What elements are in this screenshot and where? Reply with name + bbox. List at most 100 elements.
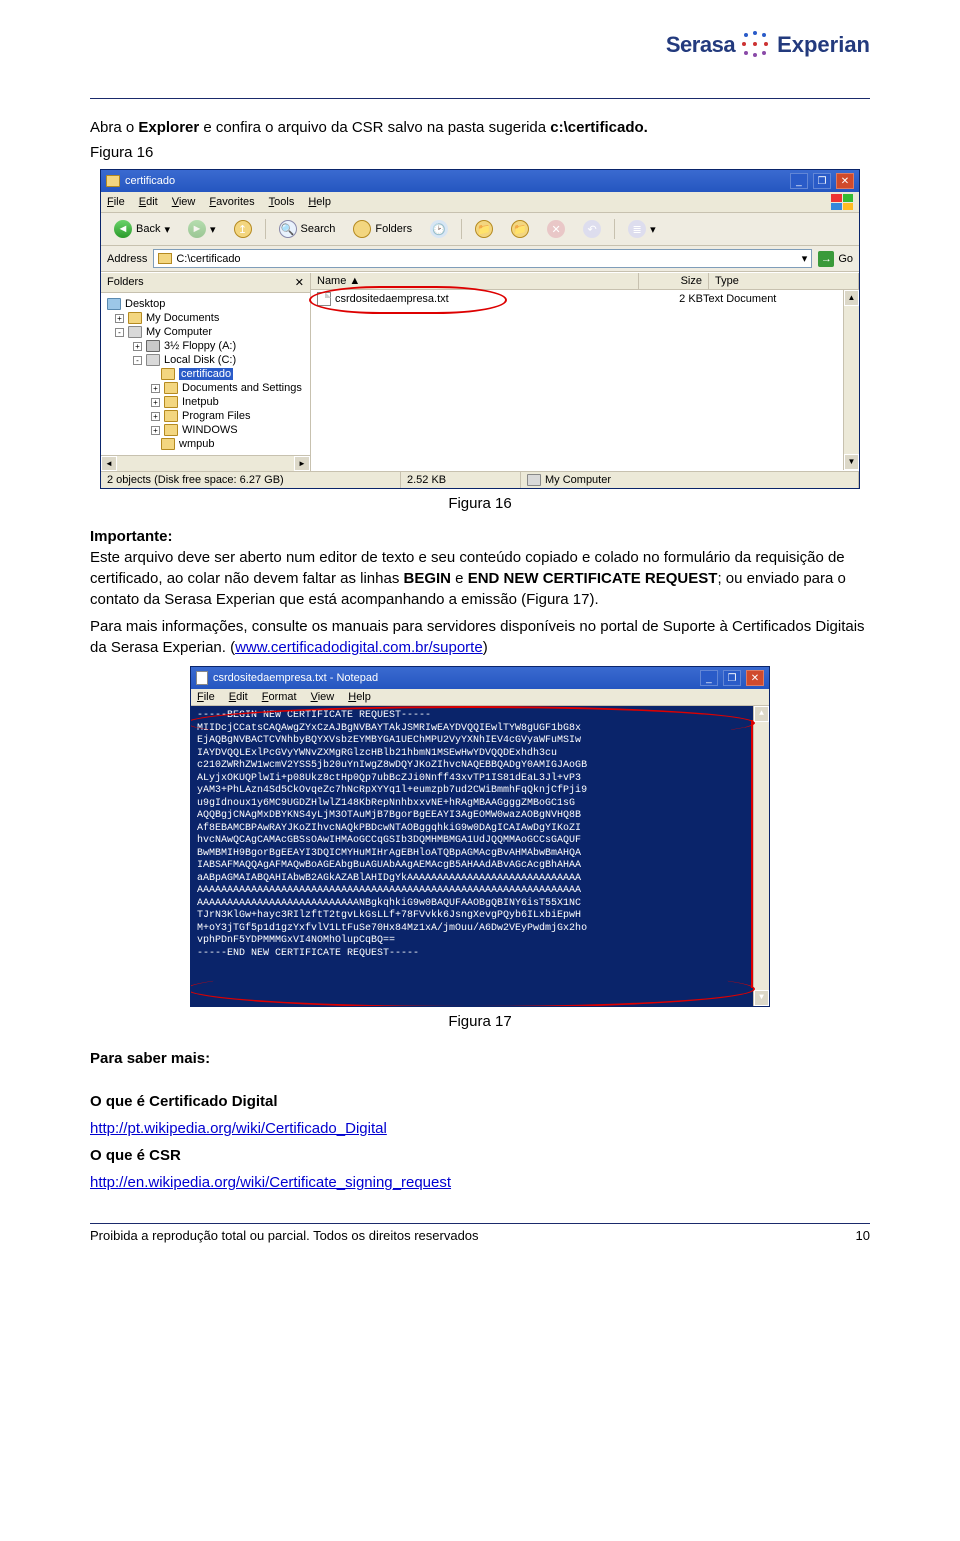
computer-icon — [128, 326, 142, 338]
tree-docsettings[interactable]: +Documents and Settings — [107, 381, 306, 395]
logo-text-left: Serasa — [666, 32, 735, 58]
move-to-button[interactable]: 📁 — [468, 217, 500, 241]
tree-certificado[interactable]: certificado — [107, 367, 306, 381]
toolbar-separator — [265, 219, 266, 239]
menu-file[interactable]: File — [107, 196, 125, 208]
folders-button[interactable]: Folders — [346, 217, 419, 241]
back-button[interactable]: ◄Back ▾ — [107, 217, 177, 241]
np-menu-help[interactable]: Help — [348, 691, 371, 703]
minimize-button[interactable]: _ — [790, 173, 808, 189]
col-size[interactable]: Size — [639, 273, 709, 289]
copy-to-icon: 📁 — [511, 220, 529, 238]
go-button[interactable]: →Go — [818, 251, 853, 267]
windows-flag-icon — [831, 194, 853, 210]
close-button[interactable]: ✕ — [836, 173, 854, 189]
col-type[interactable]: Type — [709, 273, 859, 289]
notepad-scrollbar-v[interactable]: ▲▼ — [753, 706, 769, 1006]
folder-icon — [164, 396, 178, 408]
expand-icon[interactable]: + — [133, 342, 142, 351]
annotation-oval-bottom — [191, 970, 755, 1006]
toolbar-separator — [614, 219, 615, 239]
history-button[interactable]: 🕑 — [423, 217, 455, 241]
link-csr-wiki[interactable]: http://en.wikipedia.org/wiki/Certificate… — [90, 1174, 451, 1191]
explorer-titlebar[interactable]: certificado _ ❐ ✕ — [101, 170, 859, 192]
undo-button[interactable]: ↶ — [576, 217, 608, 241]
notepad-textarea[interactable]: -----BEGIN NEW CERTIFICATE REQUEST-----M… — [191, 706, 769, 1006]
file-scrollbar-v[interactable]: ▲▼ — [843, 290, 859, 470]
folders-icon — [353, 220, 371, 238]
expand-icon[interactable]: + — [151, 384, 160, 393]
floppy-icon — [146, 340, 160, 352]
menu-favorites[interactable]: Favorites — [209, 196, 254, 208]
tree-mycomputer[interactable]: -My Computer — [107, 325, 306, 339]
folder-icon — [106, 175, 120, 187]
expand-icon[interactable]: + — [151, 412, 160, 421]
tree-progfiles[interactable]: +Program Files — [107, 409, 306, 423]
np-menu-file[interactable]: File — [197, 691, 215, 703]
folder-open-icon — [161, 368, 175, 380]
folder-icon — [158, 253, 172, 264]
up-button[interactable]: ↥ — [227, 217, 259, 241]
computer-icon — [527, 474, 541, 486]
tree-floppy[interactable]: +3½ Floppy (A:) — [107, 339, 306, 353]
status-objects: 2 objects (Disk free space: 6.27 GB) — [101, 472, 401, 488]
np-menu-format[interactable]: Format — [262, 691, 297, 703]
views-button[interactable]: ≣▾ — [621, 217, 663, 241]
history-icon: 🕑 — [430, 220, 448, 238]
explorer-body: Folders✕ Desktop +My Documents -My Compu… — [101, 272, 859, 471]
forward-button[interactable]: ► ▾ — [181, 217, 223, 241]
footer-text: Proibida a reprodução total ou parcial. … — [90, 1228, 479, 1243]
menu-help[interactable]: Help — [308, 196, 331, 208]
maximize-button[interactable]: ❐ — [813, 173, 831, 189]
dropdown-arrow-icon[interactable]: ▾ — [802, 252, 808, 265]
expand-icon[interactable]: + — [151, 426, 160, 435]
tree-windows[interactable]: +WINDOWS — [107, 423, 306, 437]
collapse-icon[interactable]: - — [115, 328, 124, 337]
delete-button[interactable]: ✕ — [540, 217, 572, 241]
link-certificado-wiki[interactable]: http://pt.wikipedia.org/wiki/Certificado… — [90, 1120, 387, 1137]
go-arrow-icon: → — [818, 251, 834, 267]
search-button[interactable]: 🔍Search — [272, 217, 343, 241]
close-button[interactable]: ✕ — [746, 670, 764, 686]
more-info-paragraph: Para mais informações, consulte os manua… — [90, 616, 870, 658]
menu-tools[interactable]: Tools — [269, 196, 295, 208]
explorer-window: certificado _ ❐ ✕ File Edit View Favorit… — [100, 169, 860, 489]
status-location: My Computer — [521, 472, 859, 488]
figure-caption-17: Figura 17 — [90, 1013, 870, 1030]
folder-tree: Desktop +My Documents -My Computer +3½ F… — [101, 293, 310, 455]
window-title: certificado — [125, 175, 175, 187]
maximize-button[interactable]: ❐ — [723, 670, 741, 686]
tree-desktop[interactable]: Desktop — [107, 297, 306, 311]
tree-inetpub[interactable]: +Inetpub — [107, 395, 306, 409]
logo-text-right: Experian — [777, 32, 870, 58]
forward-icon: ► — [188, 220, 206, 238]
collapse-icon[interactable]: - — [133, 356, 142, 365]
intro-paragraph: Abra o Explorer e confira o arquivo da C… — [90, 117, 870, 138]
expand-icon[interactable]: + — [115, 314, 124, 323]
explorer-menubar: File Edit View Favorites Tools Help — [101, 192, 859, 213]
q-csr: O que é CSR — [90, 1145, 870, 1166]
menu-view[interactable]: View — [172, 196, 196, 208]
address-input[interactable]: C:\certificado ▾ — [153, 249, 812, 268]
tree-localdisk[interactable]: -Local Disk (C:) — [107, 353, 306, 367]
sort-asc-icon: ▲ — [349, 275, 360, 287]
copy-to-button[interactable]: 📁 — [504, 217, 536, 241]
up-folder-icon: ↥ — [234, 220, 252, 238]
notepad-titlebar[interactable]: csrdositedaempresa.txt - Notepad _ ❐ ✕ — [191, 667, 769, 689]
tree-wmpub[interactable]: wmpub — [107, 437, 306, 451]
tree-mydocs[interactable]: +My Documents — [107, 311, 306, 325]
close-pane-button[interactable]: ✕ — [295, 276, 304, 289]
minimize-button[interactable]: _ — [700, 670, 718, 686]
top-rule — [90, 98, 870, 99]
tree-scrollbar-h[interactable]: ◄► — [101, 455, 310, 471]
support-link[interactable]: www.certificadodigital.com.br/suporte — [235, 639, 483, 656]
explorer-toolbar: ◄Back ▾ ► ▾ ↥ 🔍Search Folders 🕑 📁 📁 ✕ ↶ … — [101, 213, 859, 246]
file-size: 2 KB — [633, 293, 703, 305]
np-menu-view[interactable]: View — [311, 691, 335, 703]
menu-edit[interactable]: Edit — [139, 196, 158, 208]
folder-icon — [164, 410, 178, 422]
page-footer: Proibida a reprodução total ou parcial. … — [90, 1224, 870, 1243]
expand-icon[interactable]: + — [151, 398, 160, 407]
np-menu-edit[interactable]: Edit — [229, 691, 248, 703]
disk-icon — [146, 354, 160, 366]
